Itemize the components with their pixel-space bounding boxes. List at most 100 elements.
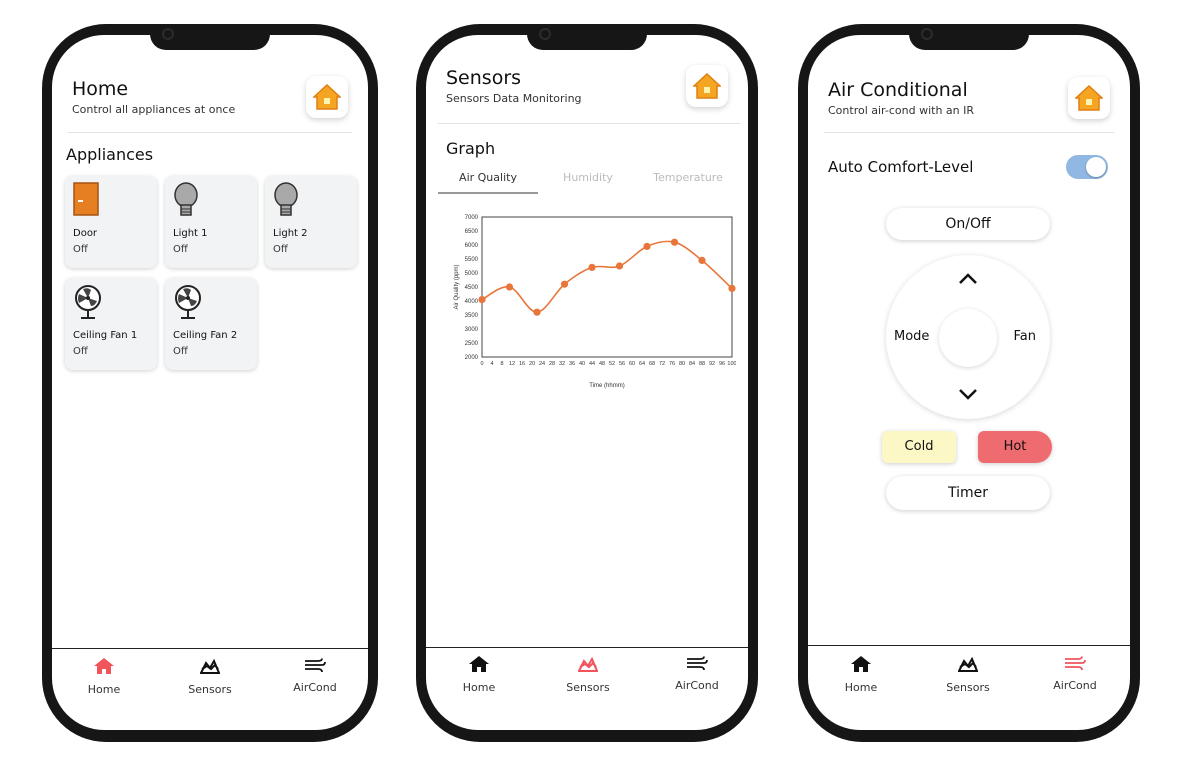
plot-area	[481, 216, 733, 358]
tab-temperature[interactable]: Temperature	[638, 171, 738, 192]
appliance-name: Ceiling Fan 2	[173, 330, 238, 341]
fan-icon	[73, 284, 103, 326]
appliance-status: Off	[273, 244, 288, 255]
appliance-card-ceiling-fan-2[interactable]: Ceiling Fan 2 Off	[165, 278, 257, 370]
y-tick-label: 3500	[465, 313, 479, 319]
nav-aircond[interactable]: AirCond	[270, 657, 360, 694]
x-tick-label: 56	[619, 361, 625, 367]
x-tick-label: 92	[709, 361, 715, 367]
appliance-status: Off	[73, 346, 88, 357]
data-point	[698, 256, 706, 264]
appliance-name: Door	[73, 228, 98, 239]
data-point	[478, 296, 486, 304]
y-tick-label: 6000	[465, 243, 479, 249]
nav-aircond[interactable]: AirCond	[652, 655, 742, 692]
bottom-nav: Home Sensors AirCond	[426, 655, 748, 715]
notch	[527, 24, 647, 50]
notch	[909, 24, 1029, 50]
x-tick-label: 32	[559, 361, 565, 367]
y-tick-label: 6500	[465, 229, 479, 235]
x-tick-label: 76	[669, 361, 675, 367]
nav-sensors[interactable]: Sensors	[165, 658, 255, 696]
nav-divider	[426, 647, 748, 648]
dpad-center-button[interactable]	[939, 309, 997, 367]
air-quality-chart: 2000 2500 3000 3500 4000 4500 5000 5500 6000 6500…	[436, 207, 737, 397]
camera	[539, 28, 551, 40]
data-point	[728, 284, 736, 292]
nav-home[interactable]: Home	[59, 657, 149, 696]
y-tick-label: 7000	[465, 215, 479, 221]
mode-button[interactable]: Mode	[894, 329, 929, 344]
bottom-nav: Home Sensors AirCond	[52, 655, 368, 715]
x-tick-label: 48	[599, 361, 605, 367]
appliances-heading: Appliances	[66, 145, 154, 164]
sensors-header: Sensors Sensors Data Monitoring	[446, 65, 728, 117]
x-tick-label: 80	[679, 361, 685, 367]
y-tick-label: 2500	[465, 341, 479, 347]
house-icon	[313, 84, 341, 110]
tab-air-quality[interactable]: Air Quality	[438, 171, 538, 194]
auto-comfort-toggle[interactable]	[1066, 155, 1108, 179]
phone-home: Home Control all appliances at once Appl…	[42, 24, 378, 742]
aircond-screen: Air Conditional Control air-cond with an…	[808, 35, 1130, 730]
x-axis-label: Time (hhmm)	[589, 383, 624, 389]
door-icon	[73, 182, 99, 220]
y-tick-label: 4000	[465, 299, 479, 305]
x-tick-label: 12	[509, 361, 515, 367]
x-tick-label: 24	[539, 361, 545, 367]
sensor-tabs: Air Quality Humidity Temperature	[438, 171, 736, 201]
on-off-button[interactable]: On/Off	[886, 208, 1050, 240]
data-point	[670, 238, 679, 246]
nav-sensors-label: Sensors	[188, 683, 232, 696]
chevron-down-icon[interactable]	[958, 388, 978, 400]
wind-icon	[305, 658, 326, 673]
home-icon	[469, 656, 489, 672]
nav-divider	[52, 648, 368, 649]
nav-home[interactable]: Home	[816, 655, 906, 694]
phone-sensors: Sensors Sensors Data Monitoring Graph Ai…	[416, 24, 758, 742]
appliance-card-light-1[interactable]: Light 1 Off	[165, 176, 257, 268]
appliance-status: Off	[173, 244, 188, 255]
nav-aircond[interactable]: AirCond	[1030, 655, 1120, 692]
x-tick-label: 8	[500, 361, 503, 367]
chevron-up-icon[interactable]	[958, 273, 978, 285]
nav-home-label: Home	[844, 681, 878, 694]
x-tick-label: 88	[699, 361, 705, 367]
tab-humidity[interactable]: Humidity	[538, 171, 638, 192]
x-tick-label: 0	[480, 361, 483, 367]
y-tick-label: 4500	[465, 285, 479, 291]
nav-sensors[interactable]: Sensors	[543, 656, 633, 694]
data-point	[643, 242, 651, 250]
x-tick-label: 20	[529, 361, 535, 367]
house-icon	[693, 73, 721, 99]
home-shortcut-button[interactable]	[686, 65, 728, 107]
nav-sensors-label: Sensors	[566, 681, 610, 694]
fan-button[interactable]: Fan	[1014, 329, 1037, 344]
cold-button[interactable]: Cold	[882, 431, 956, 463]
x-tick-label: 84	[689, 361, 695, 367]
appliance-card-light-2[interactable]: Light 2 Off	[265, 176, 357, 268]
camera	[921, 28, 933, 40]
x-tick-label: 4	[490, 361, 493, 367]
home-shortcut-button[interactable]	[306, 76, 348, 118]
home-icon	[851, 656, 871, 672]
x-tick-label: 28	[549, 361, 555, 367]
home-shortcut-button[interactable]	[1068, 77, 1110, 119]
appliance-name: Light 2	[273, 228, 308, 239]
aircond-header: Air Conditional Control air-cond with an…	[828, 77, 1110, 129]
nav-home[interactable]: Home	[434, 655, 524, 694]
x-tick-label: 44	[589, 361, 595, 367]
camera	[162, 28, 174, 40]
hot-button[interactable]: Hot	[978, 431, 1052, 463]
sensors-icon	[199, 658, 221, 674]
nav-home-label: Home	[462, 681, 496, 694]
appliance-card-ceiling-fan-1[interactable]: Ceiling Fan 1 Off	[65, 278, 157, 370]
appliance-card-door[interactable]: Door Off	[65, 176, 157, 268]
appliance-status: Off	[173, 346, 188, 357]
appliance-status: Off	[73, 244, 88, 255]
timer-button[interactable]: Timer	[886, 476, 1050, 510]
x-tick-label: 64	[639, 361, 645, 367]
x-tick-label: 100	[727, 361, 736, 367]
nav-aircond-label: AirCond	[293, 681, 337, 694]
nav-sensors[interactable]: Sensors	[923, 656, 1013, 694]
